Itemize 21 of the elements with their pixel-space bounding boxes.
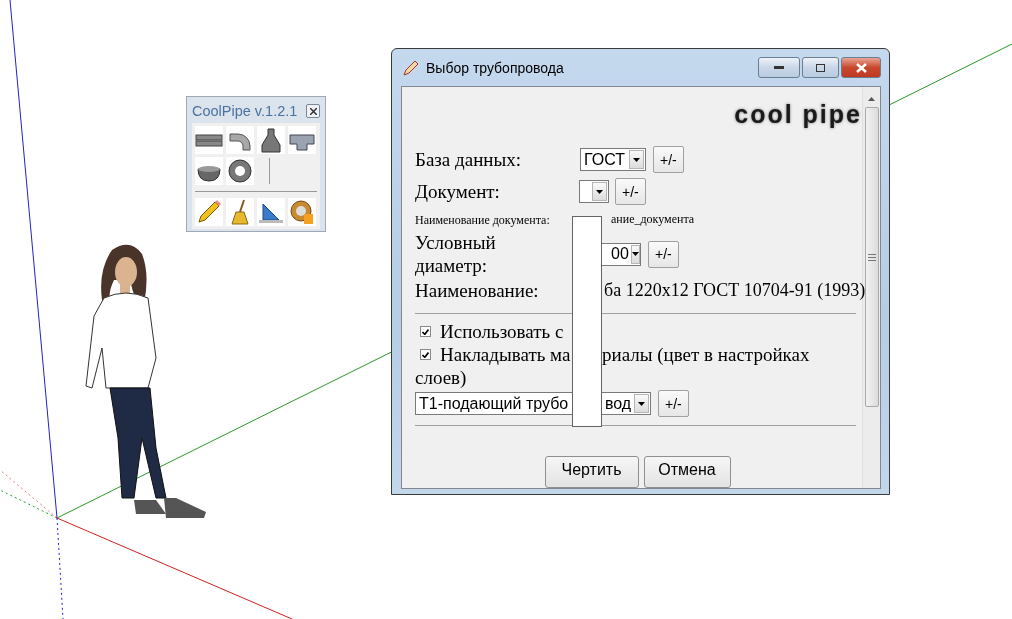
dialog-button[interactable]: Отмена — [643, 456, 731, 488]
edit-button[interactable]: +/- — [658, 390, 689, 418]
field-label: Документ: — [415, 180, 501, 204]
edit-button[interactable]: +/- — [648, 240, 679, 268]
name-value: ба 1220x12 ГОСТ 10704-91 (1993) — [603, 280, 866, 302]
logo: cool pipe — [734, 100, 862, 130]
edit-button[interactable]: +/- — [615, 178, 646, 206]
checkbox-label: Использовать с — [440, 320, 564, 344]
toolbar-title: CoolPipe v.1.2.1 — [192, 103, 298, 119]
dialog-button[interactable]: Чертить — [544, 456, 639, 488]
field-label: База данных: — [415, 148, 522, 172]
field-label: Наименование документа: — [415, 212, 551, 227]
document-name-value: ание_документа — [610, 212, 695, 228]
window-title: Выбор трубопровода — [426, 59, 565, 76]
checkbox-label: слоев) — [415, 366, 467, 390]
checkbox-label: риалы (цвет в настройках — [602, 343, 810, 367]
field-label: Условный диаметр: — [415, 231, 497, 278]
edit-button[interactable]: +/- — [653, 146, 684, 174]
field-label: Наименование: — [415, 279, 540, 303]
database-select[interactable]: ГОСТ — [580, 148, 646, 172]
checkbox-label: Накладывать ма — [440, 343, 571, 367]
